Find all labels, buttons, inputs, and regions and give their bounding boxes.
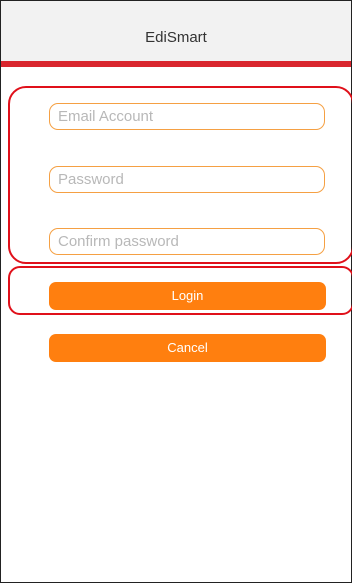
navigation-bar: EdiSmart <box>1 1 351 62</box>
page-title: EdiSmart <box>145 29 207 46</box>
accent-divider <box>1 61 351 67</box>
login-button[interactable]: Login <box>49 282 326 310</box>
status-bar <box>1 1 351 11</box>
password-field[interactable] <box>49 166 325 193</box>
app-screen: EdiSmart Login Cancel <box>0 0 352 583</box>
confirm-password-field[interactable] <box>49 228 325 255</box>
email-field[interactable] <box>49 103 325 130</box>
cancel-button[interactable]: Cancel <box>49 334 326 362</box>
